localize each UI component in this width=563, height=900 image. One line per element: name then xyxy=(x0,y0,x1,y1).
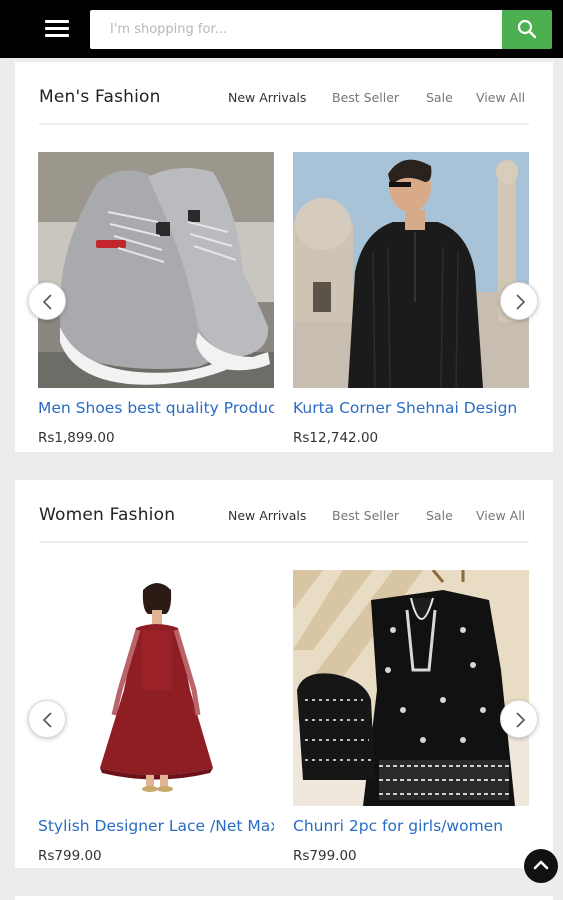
chevron-left-icon xyxy=(42,294,52,310)
product-price: Rs799.00 xyxy=(38,848,102,864)
product-price: Rs1,899.00 xyxy=(38,430,115,446)
product-card[interactable]: Stylish Designer Lace /Net Maxi Rs799.00 xyxy=(38,570,274,864)
carousel-next-button[interactable] xyxy=(500,282,538,320)
chevron-right-icon xyxy=(516,712,526,728)
next-section-edge xyxy=(15,896,553,900)
product-card[interactable]: Men Shoes best quality Product Rs1,899.0… xyxy=(38,152,274,446)
carousel-prev-button[interactable] xyxy=(28,700,66,738)
mens-fashion-section: Men's Fashion New Arrivals Best Seller S… xyxy=(15,62,553,452)
product-name[interactable]: Stylish Designer Lace /Net Maxi xyxy=(38,817,274,835)
tab-sale[interactable]: Sale xyxy=(426,508,453,523)
product-price: Rs799.00 xyxy=(293,848,357,864)
product-card[interactable]: Kurta Corner Shehnai Design Rs12,742.00 xyxy=(293,152,529,446)
header-bar xyxy=(0,0,563,58)
carousel-next-button[interactable] xyxy=(500,700,538,738)
tab-view-all[interactable]: View All xyxy=(476,90,525,105)
tab-new-arrivals[interactable]: New Arrivals xyxy=(228,508,306,523)
tab-new-arrivals[interactable]: New Arrivals xyxy=(228,90,306,105)
section-title: Women Fashion xyxy=(39,505,176,525)
hamburger-menu-icon xyxy=(45,20,69,23)
product-image-chunri-suit[interactable] xyxy=(293,570,529,806)
search-input[interactable] xyxy=(90,10,502,49)
menu-button[interactable] xyxy=(36,14,78,44)
section-divider xyxy=(39,541,529,543)
carousel-prev-button[interactable] xyxy=(28,282,66,320)
product-image-kurta[interactable] xyxy=(293,152,529,388)
tab-sale[interactable]: Sale xyxy=(426,90,453,105)
section-divider xyxy=(39,123,529,125)
tab-best-seller[interactable]: Best Seller xyxy=(332,508,399,523)
chevron-right-icon xyxy=(516,294,526,310)
product-image-shoes[interactable] xyxy=(38,152,274,388)
tab-best-seller[interactable]: Best Seller xyxy=(332,90,399,105)
magnifier-icon xyxy=(517,19,537,39)
product-name[interactable]: Chunri 2pc for girls/women xyxy=(293,817,529,835)
back-to-top-button[interactable] xyxy=(524,849,558,883)
product-name[interactable]: Men Shoes best quality Product xyxy=(38,399,274,417)
product-price: Rs12,742.00 xyxy=(293,430,379,446)
tab-view-all[interactable]: View All xyxy=(476,508,525,523)
product-image-maxi-dress[interactable] xyxy=(38,570,274,806)
womens-fashion-section: Women Fashion New Arrivals Best Seller S… xyxy=(15,480,553,868)
product-card[interactable]: Chunri 2pc for girls/women Rs799.00 xyxy=(293,570,529,864)
chevron-up-icon xyxy=(533,860,549,870)
section-title: Men's Fashion xyxy=(39,87,161,107)
chevron-left-icon xyxy=(42,712,52,728)
search-button[interactable] xyxy=(502,10,552,49)
product-name[interactable]: Kurta Corner Shehnai Design xyxy=(293,399,529,417)
